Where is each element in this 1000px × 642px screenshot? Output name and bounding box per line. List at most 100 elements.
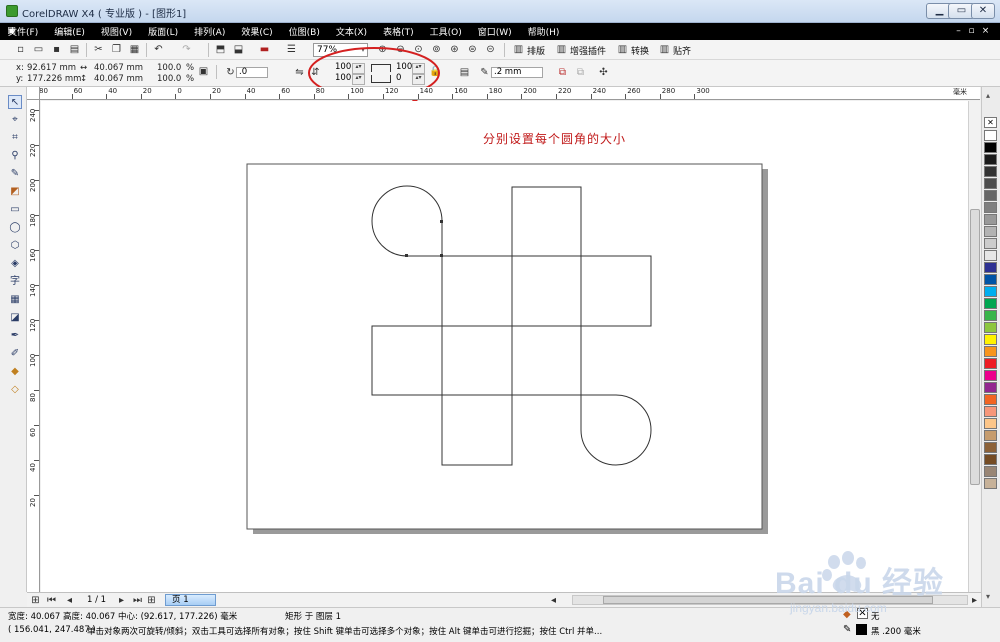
palette-swatch[interactable] bbox=[984, 286, 997, 297]
smart-fill-icon[interactable]: ◩ bbox=[8, 185, 22, 199]
palette-swatch[interactable] bbox=[984, 238, 997, 249]
left-ruler-tick-label: 20 bbox=[29, 498, 37, 507]
palette-swatch[interactable] bbox=[984, 262, 997, 273]
palette-swatch[interactable] bbox=[984, 346, 997, 357]
palette-swatch[interactable] bbox=[984, 214, 997, 225]
interactive-tool-icon[interactable]: ◪ bbox=[8, 311, 22, 325]
zoom-tool-icon[interactable]: ⚲ bbox=[8, 149, 22, 163]
top-ruler-tick-label: 0 bbox=[177, 87, 182, 95]
fill-tool-icon[interactable]: ◆ bbox=[8, 365, 22, 379]
freehand-tool-icon[interactable]: ✎ bbox=[8, 167, 22, 181]
top-ruler-tick-label: 20 bbox=[142, 87, 152, 95]
palette-swatch[interactable] bbox=[984, 202, 997, 213]
outline-color-swatch[interactable] bbox=[856, 624, 867, 635]
ruler-unit-label: 毫米 bbox=[953, 88, 967, 96]
top-ruler-tick-label: 300 bbox=[696, 87, 710, 95]
palette-swatch[interactable] bbox=[984, 418, 997, 429]
drawing-page bbox=[246, 163, 763, 530]
top-ruler-tick-label: 80 bbox=[39, 87, 48, 95]
drawing-surface[interactable] bbox=[41, 101, 968, 592]
palette-swatch[interactable] bbox=[984, 154, 997, 165]
scroll-left-icon[interactable]: ◂ bbox=[547, 594, 560, 607]
palette-swatch[interactable] bbox=[984, 334, 997, 345]
palette-swatch[interactable] bbox=[984, 190, 997, 201]
outline-tool-icon[interactable]: ✐ bbox=[8, 347, 22, 361]
palette-swatch[interactable] bbox=[984, 430, 997, 441]
page-counter: 1 / 1 bbox=[87, 595, 107, 605]
drawing-canvas[interactable] bbox=[41, 101, 968, 592]
palette-swatch[interactable] bbox=[984, 370, 997, 381]
palette-swatch[interactable] bbox=[984, 130, 997, 141]
palette-swatch[interactable] bbox=[984, 454, 997, 465]
rectangle-tool-icon[interactable]: ▭ bbox=[8, 203, 22, 217]
watermark-url: jingyan.baidu.com bbox=[790, 601, 887, 615]
palette-swatch[interactable] bbox=[984, 178, 997, 189]
palette-swatch[interactable] bbox=[984, 466, 997, 477]
top-ruler-tick-label: 100 bbox=[350, 87, 364, 95]
status-bar-bottom: ( 156.041, 247.487 ) 单击对象两次可旋转/倾斜；双击工具可选… bbox=[0, 621, 1000, 642]
color-palette: ▴ ✕ ▾ bbox=[981, 87, 1000, 607]
palette-swatch[interactable] bbox=[984, 322, 997, 333]
left-ruler[interactable]: 240 220 200 180 160 140 120 100 80 60 40 20 bbox=[27, 100, 40, 592]
add-page-after-icon[interactable]: ⊞ bbox=[145, 594, 158, 607]
eyedropper-tool-icon[interactable]: ✒ bbox=[8, 329, 22, 343]
annotation-label: 分别设置每个圆角的大小 bbox=[483, 132, 627, 146]
palette-swatch[interactable] bbox=[984, 298, 997, 309]
top-ruler-tick-label: 140 bbox=[419, 87, 433, 95]
polygon-tool-icon[interactable]: ⬡ bbox=[8, 239, 22, 253]
palette-swatch[interactable] bbox=[984, 250, 997, 261]
top-ruler-tick-label: 280 bbox=[661, 87, 676, 95]
outline-label: 黑 .200 毫米 bbox=[871, 627, 921, 637]
page-tab[interactable]: 页 1 bbox=[165, 594, 216, 606]
text-tool-icon[interactable]: 字 bbox=[8, 275, 22, 289]
palette-swatch[interactable] bbox=[984, 478, 997, 489]
top-ruler-tick-label: 20 bbox=[212, 87, 221, 95]
palette-swatch[interactable] bbox=[984, 142, 997, 153]
crop-tool-icon[interactable]: ⌗ bbox=[8, 131, 22, 145]
toolbox: ↖ ⌖ ⌗ ⚲ ✎ ◩ ▭ ◯ ⬡ ◈ 字 ▦ ◪ ✒ ✐ ◆ ◇ bbox=[0, 87, 27, 592]
palette-scroll-down-icon[interactable]: ▾ bbox=[986, 592, 990, 601]
prev-page-icon[interactable]: ◂ bbox=[63, 594, 76, 607]
top-ruler-tick-label: 180 bbox=[488, 87, 503, 95]
palette-swatch[interactable] bbox=[984, 166, 997, 177]
top-ruler-tick-label: 240 bbox=[592, 87, 606, 95]
interactive-fill-icon[interactable]: ◇ bbox=[8, 383, 22, 397]
left-ruler-tick-label: 60 bbox=[29, 428, 37, 437]
palette-swatch[interactable] bbox=[984, 310, 997, 321]
watermark-brand: Bai du 经验 bbox=[775, 567, 945, 600]
top-ruler-tick-label: 60 bbox=[73, 87, 83, 95]
outline-pen-status-icon: ✎ bbox=[843, 624, 852, 635]
top-ruler-tick-label: 60 bbox=[281, 87, 291, 95]
palette-swatch[interactable] bbox=[984, 382, 997, 393]
vertical-scroll-thumb[interactable] bbox=[970, 209, 980, 485]
top-ruler-tick-label: 200 bbox=[523, 87, 537, 95]
status-hint: 单击对象两次可旋转/倾斜；双击工具可选择所有对象；按住 Shift 键单击可选择… bbox=[87, 627, 603, 637]
top-ruler-tick-label: 80 bbox=[315, 87, 325, 95]
palette-swatch[interactable] bbox=[984, 226, 997, 237]
top-ruler-tick-label: 40 bbox=[246, 87, 256, 95]
baidu-watermark: Bai du 经验 jingyan.baidu.com bbox=[775, 548, 980, 623]
palette-swatch[interactable] bbox=[984, 406, 997, 417]
palette-swatch[interactable] bbox=[984, 274, 997, 285]
add-page-before-icon[interactable]: ⊞ bbox=[29, 594, 42, 607]
next-page-icon[interactable]: ▸ bbox=[115, 594, 128, 607]
last-page-icon[interactable]: ⏭ bbox=[131, 594, 144, 607]
palette-swatch[interactable] bbox=[984, 394, 997, 405]
top-ruler[interactable]: 80 60 40 20 0 20 40 60 80 100 120 140 160 180 200 220 24… bbox=[27, 87, 980, 100]
left-ruler-tick-label: 80 bbox=[29, 393, 37, 402]
shape-tool-icon[interactable]: ⌖ bbox=[8, 113, 22, 127]
palette-swatch[interactable] bbox=[984, 358, 997, 369]
ruler-origin[interactable] bbox=[27, 87, 40, 100]
ellipse-tool-icon[interactable]: ◯ bbox=[8, 221, 22, 235]
top-ruler-tick-label: 220 bbox=[558, 87, 572, 95]
palette-scroll-up-icon[interactable]: ▴ bbox=[986, 91, 990, 100]
palette-no-color-swatch[interactable]: ✕ bbox=[984, 117, 997, 128]
first-page-icon[interactable]: ⏮ bbox=[45, 594, 58, 607]
top-ruler-tick-label: 120 bbox=[385, 87, 399, 95]
basic-shapes-icon[interactable]: ◈ bbox=[8, 257, 22, 271]
table-tool-icon[interactable]: ▦ bbox=[8, 293, 22, 307]
pick-tool-icon[interactable]: ↖ bbox=[8, 95, 22, 109]
top-ruler-tick-label: 260 bbox=[627, 87, 641, 95]
palette-swatch[interactable] bbox=[984, 442, 997, 453]
vertical-scrollbar[interactable] bbox=[968, 101, 980, 592]
